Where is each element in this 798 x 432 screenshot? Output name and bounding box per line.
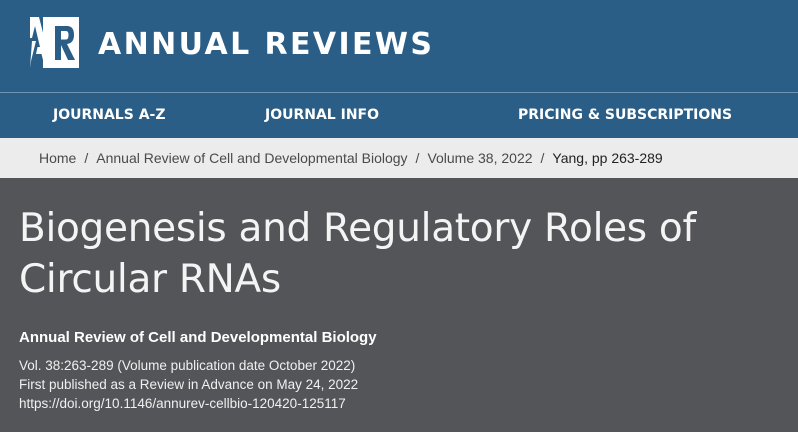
article-header: Biogenesis and Regulatory Roles of Circu… xyxy=(0,178,798,413)
volume-info: Vol. 38:263-289 (Volume publication date… xyxy=(19,358,356,373)
nav-journals-a-z[interactable]: JOURNALS A-Z xyxy=(53,93,166,138)
nav-journal-info[interactable]: JOURNAL INFO xyxy=(265,93,379,138)
nav-pricing-subscriptions[interactable]: PRICING & SUBSCRIPTIONS xyxy=(518,93,732,138)
breadcrumb-separator: / xyxy=(84,150,89,166)
breadcrumb-separator: / xyxy=(540,150,545,166)
site-header: ANNUAL REVIEWS xyxy=(0,0,798,93)
published-info: First published as a Review in Advance o… xyxy=(19,377,359,392)
journal-name: Annual Review of Cell and Developmental … xyxy=(19,329,377,346)
annual-reviews-logo-link[interactable]: ANNUAL REVIEWS xyxy=(30,17,434,68)
doi-link[interactable]: https://doi.org/10.1146/annurev-cellbio-… xyxy=(19,394,798,413)
breadcrumb-volume[interactable]: Volume 38, 2022 xyxy=(427,150,532,166)
article-title: Biogenesis and Regulatory Roles of Circu… xyxy=(19,206,696,302)
breadcrumb-journal[interactable]: Annual Review of Cell and Developmental … xyxy=(96,150,407,166)
main-navigation: JOURNALS A-Z JOURNAL INFO PRICING & SUBS… xyxy=(0,93,798,138)
logo-wordmark: ANNUAL REVIEWS xyxy=(98,26,435,62)
breadcrumb-home[interactable]: Home xyxy=(39,150,76,166)
annual-reviews-logo-icon xyxy=(30,17,79,68)
breadcrumb: Home / Annual Review of Cell and Develop… xyxy=(0,138,798,178)
breadcrumb-current-article: Yang, pp 263-289 xyxy=(552,150,663,166)
breadcrumb-separator: / xyxy=(415,150,420,166)
